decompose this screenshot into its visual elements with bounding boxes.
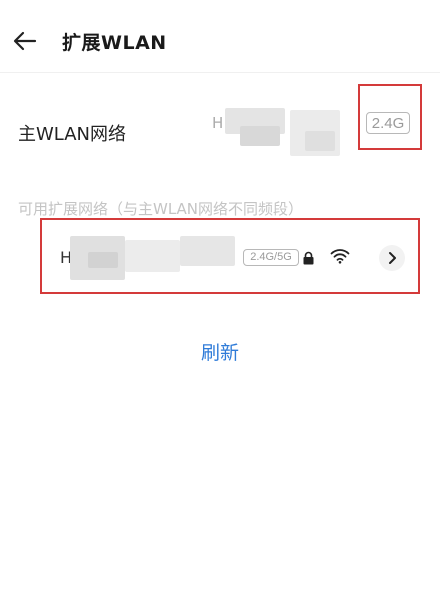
ssid-redaction <box>305 131 335 151</box>
back-arrow-icon <box>13 31 37 51</box>
ssid-redaction <box>240 126 280 146</box>
back-button[interactable] <box>8 24 42 58</box>
main-network-label: 主WLAN网络 <box>18 124 127 145</box>
highlight-box <box>358 84 422 150</box>
main-network-ssid: H <box>212 114 224 132</box>
refresh-button[interactable]: 刷新 <box>0 338 440 365</box>
highlight-box <box>40 218 420 294</box>
page-title: 扩展WLAN <box>62 32 167 54</box>
extended-section-label: 可用扩展网络（与主WLAN网络不同频段） <box>18 200 304 218</box>
main-network-row: 主WLAN网络 H 2.4G <box>0 84 440 166</box>
app-header: 扩展WLAN <box>0 0 440 73</box>
extended-network-row[interactable]: H 2.4G/5G <box>0 218 440 294</box>
